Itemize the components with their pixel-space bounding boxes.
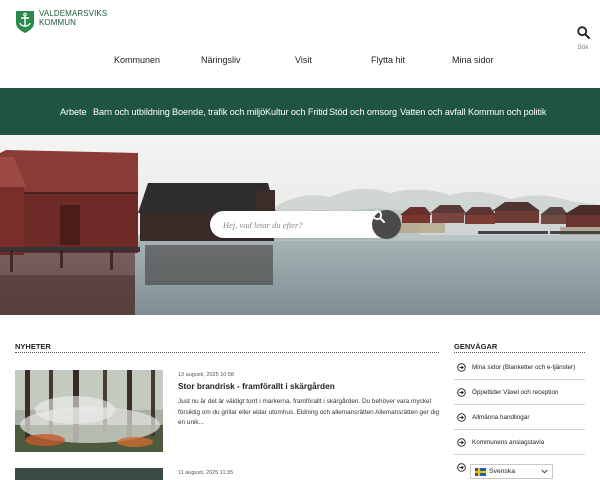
arrow-circle-icon bbox=[457, 362, 466, 372]
news-excerpt: Just nu är det är väldigt torrt i marker… bbox=[178, 398, 440, 426]
main-nav-barn-och-utbildning[interactable]: Barn och utbildning bbox=[93, 107, 170, 117]
news-divider bbox=[15, 352, 439, 353]
news-heading: NYHETER bbox=[15, 342, 51, 351]
shortcut-label: Kommunens anslagstavla bbox=[472, 438, 545, 446]
shortcut-label: Mina sidor (Blanketter och e-tjänster) bbox=[472, 363, 576, 371]
news-item[interactable]: 13 augusti, 2025 10:58 Stor brandrisk - … bbox=[15, 370, 439, 458]
top-nav-kommunen[interactable]: Kommunen bbox=[114, 55, 160, 65]
top-nav: Kommunen Näringsliv Visit Flytta hit Min… bbox=[0, 55, 600, 69]
arrow-circle-icon bbox=[457, 463, 466, 472]
logo-line-2: KOMMUN bbox=[39, 17, 77, 27]
shortcut-mina-sidor[interactable]: Mina sidor (Blanketter och e-tjänster) bbox=[454, 355, 585, 380]
shortcut-oppettider[interactable]: Öppettider Växel och reception bbox=[454, 380, 585, 405]
hero-banner bbox=[0, 135, 600, 315]
shortcut-anslagstavla[interactable]: Kommunens anslagstavla bbox=[454, 430, 585, 455]
top-nav-flytta-hit[interactable]: Flytta hit bbox=[371, 55, 405, 65]
top-nav-mina-sidor[interactable]: Mina sidor bbox=[452, 55, 494, 65]
hero-search-input[interactable] bbox=[223, 217, 363, 232]
hero-search-box bbox=[210, 210, 401, 239]
arrow-circle-icon bbox=[457, 387, 466, 397]
main-nav-kultur[interactable]: Kultur och Fritid bbox=[265, 107, 328, 117]
news-title[interactable]: Stor brandrisk - framförallt i skärgårde… bbox=[178, 381, 335, 391]
main-nav-boende[interactable]: Boende, trafik och miljö bbox=[172, 107, 265, 117]
hero-search-button[interactable] bbox=[372, 210, 401, 239]
arrow-circle-icon bbox=[457, 412, 466, 422]
shield-anchor-icon bbox=[16, 11, 34, 33]
search-icon bbox=[576, 26, 590, 39]
news-image[interactable] bbox=[15, 468, 163, 480]
main-nav-stod[interactable]: Stöd och omsorg bbox=[329, 107, 397, 117]
top-nav-naringsliv[interactable]: Näringsliv bbox=[201, 55, 241, 65]
main-nav-arbete[interactable]: Arbete bbox=[60, 107, 87, 117]
site-header: VALDEMARSVIKS KOMMUN Sök Kommunen Näring… bbox=[0, 0, 600, 88]
top-nav-visit[interactable]: Visit bbox=[295, 55, 312, 65]
search-icon bbox=[372, 210, 385, 223]
news-date: 11 augusti, 2025 11:35 bbox=[178, 470, 234, 476]
page: VALDEMARSVIKS KOMMUN Sök Kommunen Näring… bbox=[0, 0, 600, 480]
main-nav: Arbete Barn och utbildning Boende, trafi… bbox=[0, 88, 600, 135]
site-logo[interactable]: VALDEMARSVIKS KOMMUN bbox=[15, 9, 107, 34]
chevron-down-icon bbox=[541, 469, 548, 474]
shortcuts-divider bbox=[454, 352, 585, 353]
shortcut-label: Öppettider Växel och reception bbox=[472, 388, 559, 396]
language-selector[interactable]: Svenska bbox=[470, 464, 553, 479]
news-item[interactable]: 11 augusti, 2025 11:35 bbox=[15, 468, 439, 480]
logo-text: VALDEMARSVIKS KOMMUN bbox=[39, 9, 107, 27]
swedish-flag-icon bbox=[475, 467, 486, 476]
news-image-forest-fire[interactable] bbox=[15, 370, 163, 452]
header-search-button[interactable]: Sök bbox=[572, 26, 594, 51]
shortcuts-heading: GENVÄGAR bbox=[454, 342, 498, 351]
arrow-circle-icon bbox=[457, 437, 466, 447]
header-search-label: Sök bbox=[577, 44, 589, 51]
language-label: Svenska bbox=[489, 468, 516, 475]
main-nav-vatten[interactable]: Vatten och avfall bbox=[400, 107, 466, 117]
main-nav-kommun-och-politik[interactable]: Kommun och politik bbox=[468, 107, 546, 117]
news-date: 13 augusti, 2025 10:58 bbox=[178, 372, 234, 378]
shortcut-label: Allmänna handlingar bbox=[472, 413, 530, 421]
shortcut-allmanna-handlingar[interactable]: Allmänna handlingar bbox=[454, 405, 585, 430]
